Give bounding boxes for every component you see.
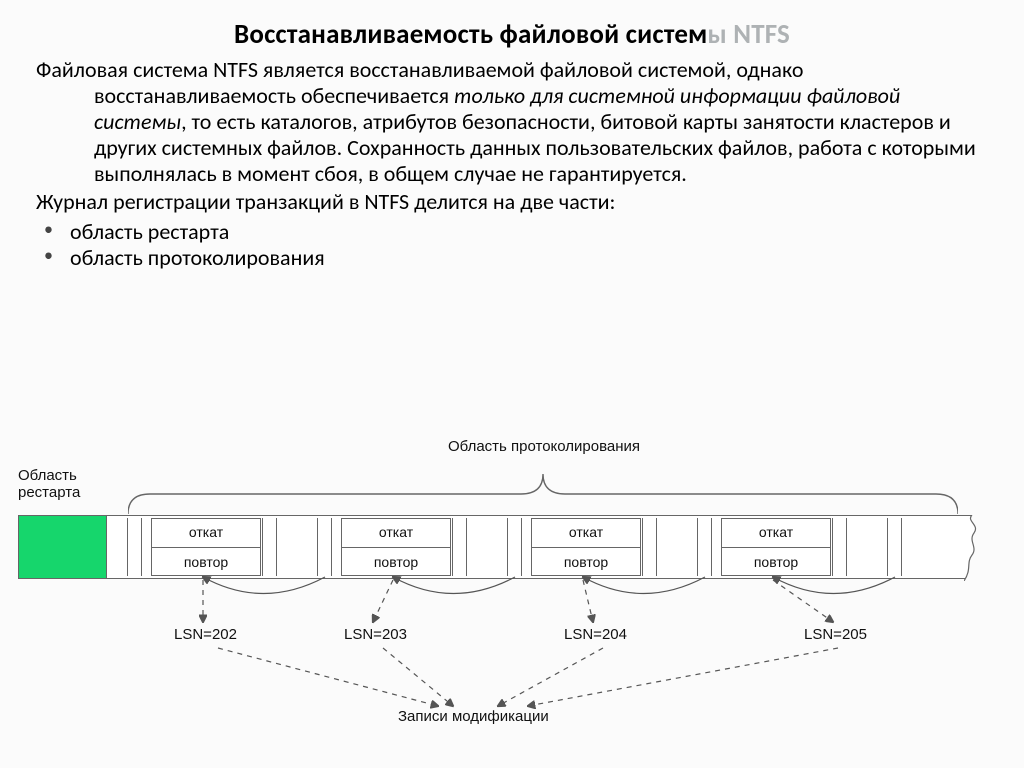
redo-cell: повтор <box>152 554 260 570</box>
undo-cell: откат <box>722 524 830 540</box>
restart-area-box <box>19 516 107 578</box>
restart-l1: Область <box>18 467 77 484</box>
log-strip: откат повтор откат повтор <box>18 515 978 579</box>
restart-area-label: Область рестарта <box>18 468 80 501</box>
bullet-list: область рестарта область протоколировани… <box>36 219 988 271</box>
redo-cell: повтор <box>342 554 450 570</box>
brace-icon <box>128 458 958 514</box>
modification-records-label: Записи модификации <box>398 708 549 725</box>
list-item: область рестарта <box>36 219 988 245</box>
lsn-label: LSN=205 <box>804 626 867 643</box>
paragraph-1: Файловая система NTFS является восстанав… <box>36 57 988 187</box>
redo-cell: повтор <box>532 554 640 570</box>
title-text: Восстанавливаемость файловой систем <box>234 18 707 51</box>
protocol-area-label: Область протоколирования <box>448 438 640 455</box>
title-grey: ы NTFS <box>708 18 790 51</box>
para1-b: , то есть каталогов, атрибутов безопасно… <box>94 108 976 187</box>
redo-cell: повтор <box>722 554 830 570</box>
paragraph-2: Журнал регистрации транзакций в NTFS дел… <box>36 189 988 215</box>
lsn-label: LSN=203 <box>344 626 407 643</box>
arrow-layer <box>18 410 1006 750</box>
undo-cell: откат <box>342 524 450 540</box>
undo-cell: откат <box>152 524 260 540</box>
slide-title: Восстанавливаемость файловой системы NTF… <box>36 18 988 51</box>
lsn-label: LSN=202 <box>174 626 237 643</box>
lsn-label: LSN=204 <box>564 626 627 643</box>
log-diagram: Область протоколирования Область рестарт… <box>18 410 1006 750</box>
list-item: область протоколирования <box>36 245 988 271</box>
restart-l2: рестарта <box>18 484 80 501</box>
undo-cell: откат <box>532 524 640 540</box>
